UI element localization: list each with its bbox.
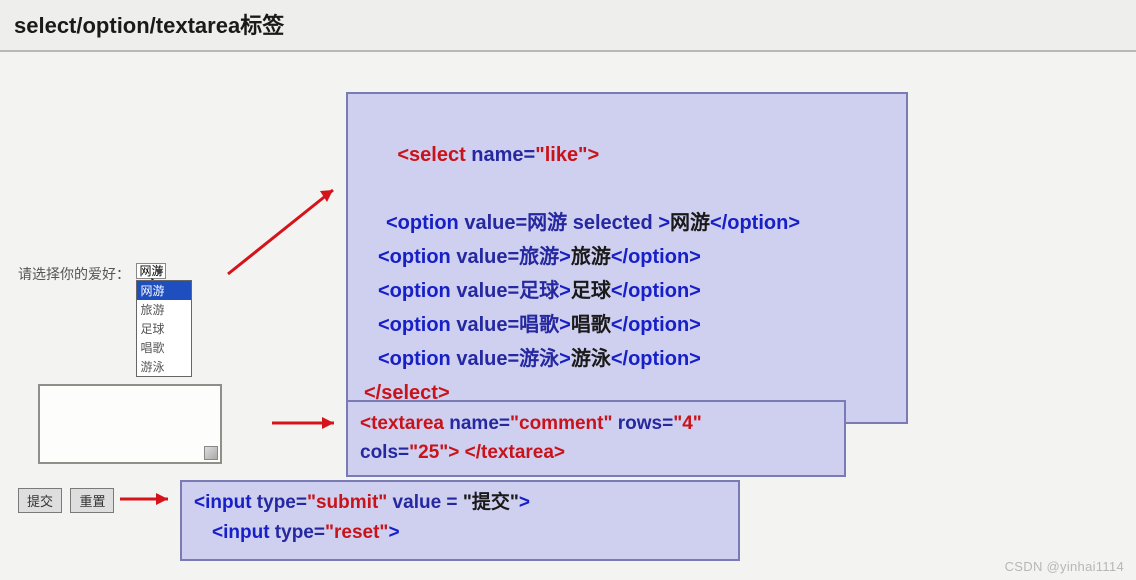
content-area: 请选择你的爱好： 网游 网游 旅游 足球 唱歌 游泳 提交 重置 [0,52,1136,580]
select-dropdown[interactable]: 网游 旅游 足球 唱歌 游泳 [136,280,192,377]
option-item[interactable]: 网游 [137,281,191,300]
resize-handle-icon[interactable] [204,446,218,460]
form-preview: 请选择你的爱好： 网游 网游 旅游 足球 唱歌 游泳 [18,262,232,284]
submit-button[interactable]: 提交 [18,488,62,513]
arrow-icon [272,414,350,437]
option-item[interactable]: 旅游 [137,300,191,319]
code-box-inputs: <input type="submit" value = "提交"> <inpu… [180,480,740,561]
arrow-icon [228,182,350,287]
button-row: 提交 重置 [18,488,118,513]
textarea-preview[interactable] [38,384,222,464]
reset-button[interactable]: 重置 [70,488,114,513]
arrow-icon [120,490,182,513]
select-value: 网游 [136,263,166,279]
watermark: CSDN @yinhai1114 [1005,559,1124,574]
select-label: 请选择你的爱好： [18,264,130,284]
select-hobby[interactable]: 网游 网游 旅游 足球 唱歌 游泳 [136,262,166,280]
option-item[interactable]: 足球 [137,319,191,338]
code-box-select: <select name="like"> <option value=网游 se… [346,92,908,424]
page-title: select/option/textarea标签 [0,0,1136,52]
code-box-textarea: <textarea name="comment" rows="4" cols="… [346,400,846,477]
option-item[interactable]: 游泳 [137,357,191,376]
option-item[interactable]: 唱歌 [137,338,191,357]
